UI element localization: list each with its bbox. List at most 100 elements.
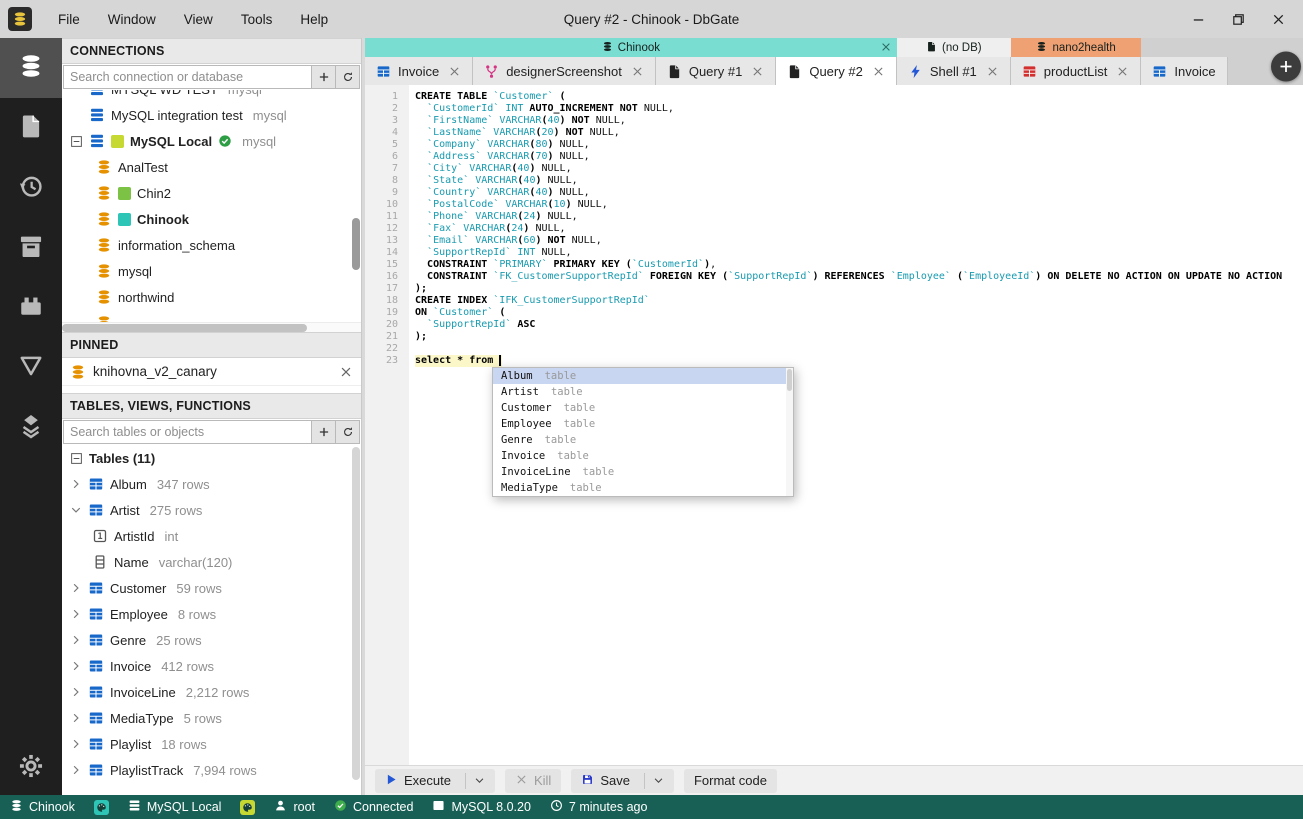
connection-item-northwind[interactable]: northwind xyxy=(62,284,361,310)
table-item-artist[interactable]: Artist 275 rows xyxy=(62,497,361,523)
format-code-button[interactable]: Format code xyxy=(683,768,777,793)
chevron-right-icon[interactable] xyxy=(70,712,82,724)
table-item-playlist[interactable]: Playlist 18 rows xyxy=(62,731,361,757)
tab-invoice[interactable]: Invoice xyxy=(1141,57,1228,85)
connections-hscrollbar[interactable] xyxy=(62,322,361,332)
dropdown-chevron-icon[interactable] xyxy=(643,772,664,789)
close-tab-icon[interactable] xyxy=(872,65,885,78)
sql-editor[interactable]: 1 2 3 4 5 6 7 8 9 10 11 12 13 14 15 16 17 18 19 20 21 22 23 CR… xyxy=(365,85,1303,765)
connection-item-analtest[interactable]: AnalTest xyxy=(62,154,361,180)
chevron-right-icon[interactable] xyxy=(70,582,82,594)
status-mysql-8-0-20[interactable]: MySQL 8.0.20 xyxy=(432,799,531,815)
collapse-icon[interactable] xyxy=(70,452,83,465)
table-item-customer[interactable]: Customer 59 rows xyxy=(62,575,361,601)
close-window-button[interactable] xyxy=(1269,10,1287,28)
close-group-icon[interactable] xyxy=(880,41,892,53)
hscroll-thumb[interactable] xyxy=(62,324,308,332)
connection-item-mysql-local[interactable]: MySQL Local mysql xyxy=(62,128,361,154)
autocomplete-scrollbar[interactable] xyxy=(786,368,793,496)
chevron-right-icon[interactable] xyxy=(70,660,82,672)
tab-designerscreenshot[interactable]: designerScreenshot xyxy=(473,57,656,85)
save-button[interactable]: Save xyxy=(571,768,674,793)
table-item-album[interactable]: Album 347 rows xyxy=(62,471,361,497)
connection-item-mysql-wd-test[interactable]: MYSQL WD TEST mysql xyxy=(62,90,361,102)
status-root[interactable]: root xyxy=(274,799,315,815)
autocomplete-item-artist[interactable]: Artist table xyxy=(493,384,793,400)
tab-productlist[interactable]: productList xyxy=(1010,57,1142,85)
table-item-genre[interactable]: Genre 25 rows xyxy=(62,627,361,653)
chevron-right-icon[interactable] xyxy=(70,478,82,490)
table-item-invoice[interactable]: Invoice 412 rows xyxy=(62,653,361,679)
menu-item-window[interactable]: Window xyxy=(96,7,168,32)
add-connection-button[interactable] xyxy=(312,65,336,89)
autocomplete-scroll-thumb[interactable] xyxy=(787,369,792,391)
add-object-button[interactable] xyxy=(312,420,336,444)
activity-layers[interactable] xyxy=(0,398,62,458)
table-item-invoiceline[interactable]: InvoiceLine 2,212 rows xyxy=(62,679,361,705)
pinned-item[interactable]: knihovna_v2_canary xyxy=(62,358,361,386)
connection-item-mysql[interactable]: mysql xyxy=(62,258,361,284)
refresh-connections-button[interactable] xyxy=(336,65,360,89)
close-tab-icon[interactable] xyxy=(986,65,999,78)
new-tab-button[interactable] xyxy=(1271,51,1301,81)
status-mysql-local[interactable]: MySQL Local xyxy=(128,799,221,815)
activity-files[interactable] xyxy=(0,98,62,158)
column-item-artistid[interactable]: 1 ArtistId int xyxy=(62,523,361,549)
tab-shell-1[interactable]: Shell #1 xyxy=(896,57,1011,85)
autocomplete-item-invoiceline[interactable]: InvoiceLine table xyxy=(493,464,793,480)
chevron-right-icon[interactable] xyxy=(70,634,82,646)
menu-item-help[interactable]: Help xyxy=(288,7,340,32)
autocomplete-item-mediatype[interactable]: MediaType table xyxy=(493,480,793,496)
chevron-right-icon[interactable] xyxy=(70,738,82,750)
tab-query-1[interactable]: Query #1 xyxy=(655,57,777,85)
activity-plugins[interactable] xyxy=(0,278,62,338)
activity-database[interactable] xyxy=(0,38,62,98)
chevron-right-icon[interactable] xyxy=(70,686,82,698)
chevron-down-icon[interactable] xyxy=(70,504,82,516)
autocomplete-item-invoice[interactable]: Invoice table xyxy=(493,448,793,464)
activity-archive[interactable] xyxy=(0,218,62,278)
autocomplete-item-album[interactable]: Album table xyxy=(493,368,793,384)
theme-swatch[interactable] xyxy=(93,799,109,815)
connection-item-information-schema[interactable]: information_schema xyxy=(62,232,361,258)
close-tab-icon[interactable] xyxy=(1116,65,1129,78)
status-connected[interactable]: Connected xyxy=(334,799,413,815)
autocomplete-item-employee[interactable]: Employee table xyxy=(493,416,793,432)
table-item-playlisttrack[interactable]: PlaylistTrack 7,994 rows xyxy=(62,757,361,783)
table-item-mediatype[interactable]: MediaType 5 rows xyxy=(62,705,361,731)
activity-filter[interactable] xyxy=(0,338,62,398)
connections-search-input[interactable] xyxy=(63,65,312,89)
menu-item-tools[interactable]: Tools xyxy=(229,7,285,32)
refresh-objects-button[interactable] xyxy=(336,420,360,444)
tables-scrollbar[interactable] xyxy=(352,447,360,780)
close-tab-icon[interactable] xyxy=(448,65,461,78)
tab-query-2[interactable]: Query #2 xyxy=(776,57,897,85)
execute-button[interactable]: Execute xyxy=(375,768,495,793)
menu-item-file[interactable]: File xyxy=(46,7,92,32)
table-item-employee[interactable]: Employee 8 rows xyxy=(62,601,361,627)
tables-group-row[interactable]: Tables (11) xyxy=(62,445,361,471)
close-tab-icon[interactable] xyxy=(631,65,644,78)
unpin-close-icon[interactable] xyxy=(339,365,353,379)
status-7-minutes-ago[interactable]: 7 minutes ago xyxy=(550,799,647,815)
connection-item-chin2[interactable]: Chin2 xyxy=(62,180,361,206)
menu-item-view[interactable]: View xyxy=(172,7,225,32)
autocomplete-item-genre[interactable]: Genre table xyxy=(493,432,793,448)
collapse-icon[interactable] xyxy=(70,135,83,148)
chevron-right-icon[interactable] xyxy=(70,764,82,776)
connections-scrollbar[interactable] xyxy=(352,218,360,270)
column-item-name[interactable]: Name varchar(120) xyxy=(62,549,361,575)
chevron-right-icon[interactable] xyxy=(70,608,82,620)
minimize-button[interactable] xyxy=(1189,10,1207,28)
connection-item-chinook[interactable]: Chinook xyxy=(62,206,361,232)
tab-invoice[interactable]: Invoice xyxy=(365,57,474,85)
activity-settings[interactable] xyxy=(0,741,62,795)
close-tab-icon[interactable] xyxy=(751,65,764,78)
tables-search-input[interactable] xyxy=(63,420,312,444)
status-chinook[interactable]: Chinook xyxy=(10,799,75,815)
activity-history[interactable] xyxy=(0,158,62,218)
connection-item-mysql-integration-test[interactable]: MySQL integration test mysql xyxy=(62,102,361,128)
restore-button[interactable] xyxy=(1229,10,1247,28)
dropdown-chevron-icon[interactable] xyxy=(464,772,485,789)
autocomplete-item-customer[interactable]: Customer table xyxy=(493,400,793,416)
